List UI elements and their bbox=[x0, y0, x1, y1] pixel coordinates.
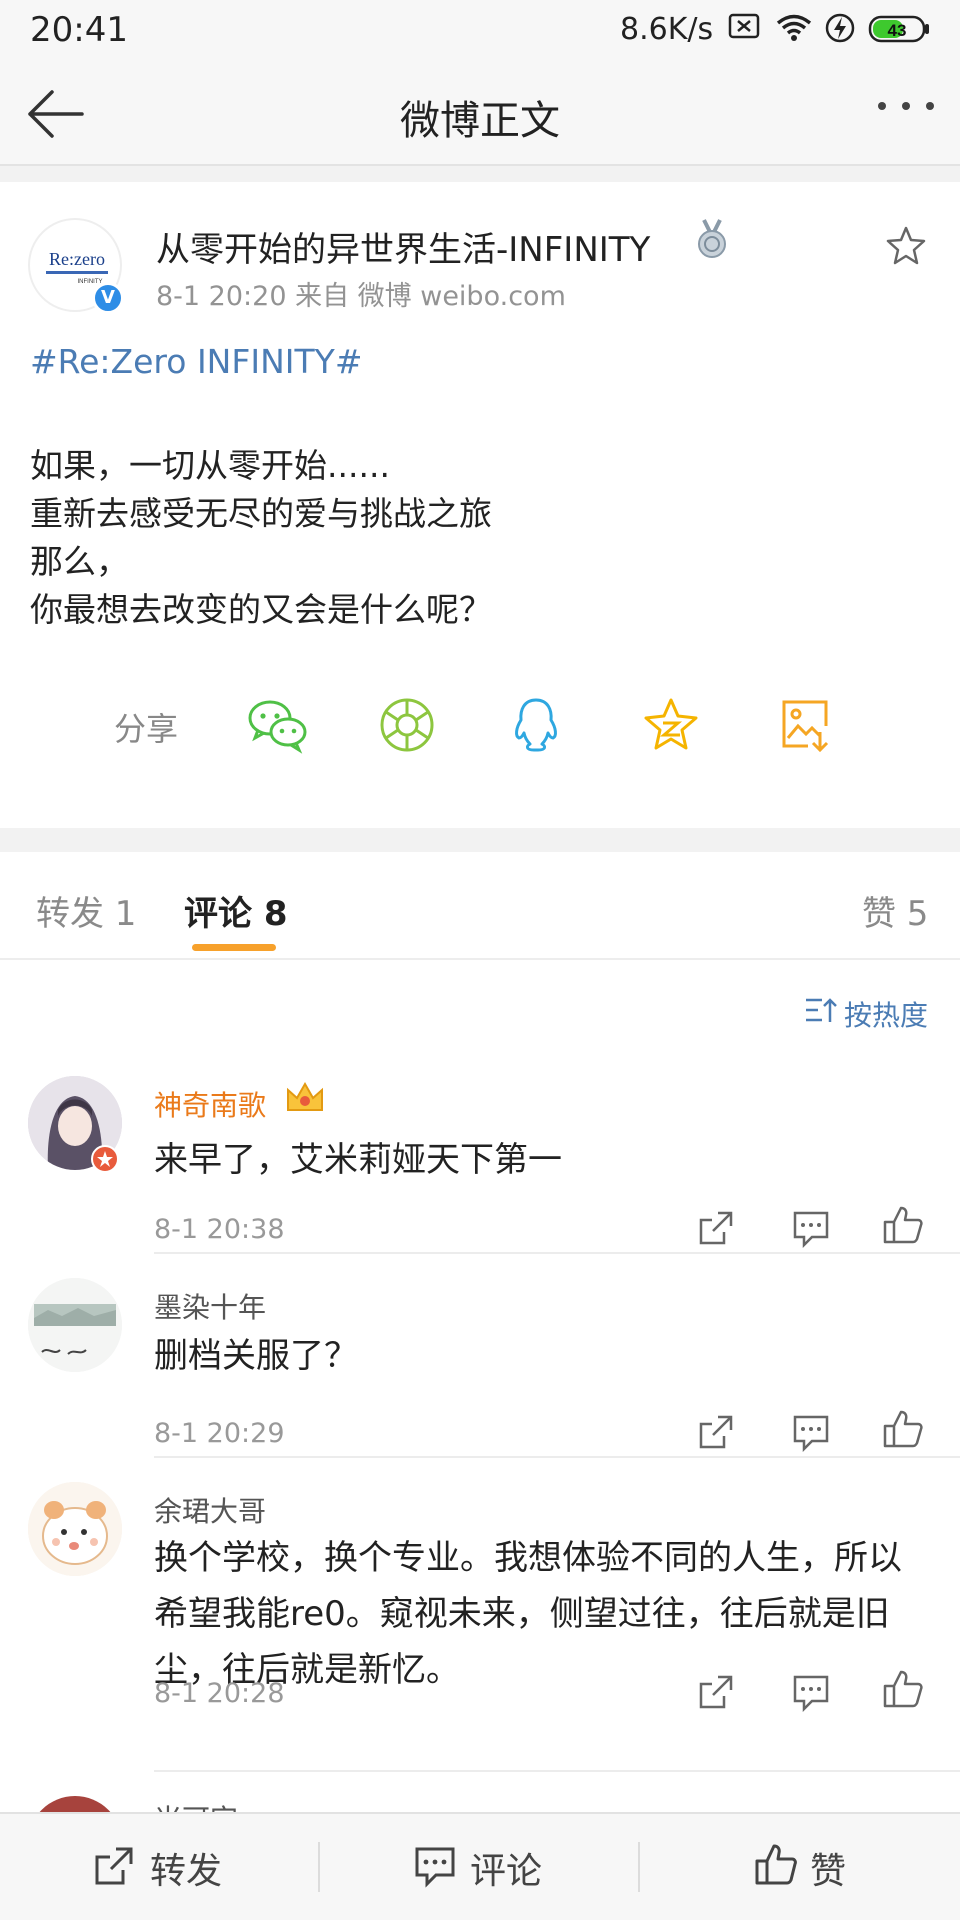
divider bbox=[154, 1456, 960, 1458]
more-options-icon[interactable] bbox=[876, 98, 936, 118]
tab-repost[interactable]: 转发 1 bbox=[36, 886, 136, 935]
divider bbox=[154, 1770, 960, 1772]
hashtag-link[interactable]: #Re:Zero INFINITY# bbox=[30, 342, 362, 381]
svg-text:43: 43 bbox=[888, 21, 907, 40]
like-comment-icon[interactable] bbox=[882, 1204, 924, 1250]
author-name[interactable]: 从零开始的异世界生活-INFINITY bbox=[156, 222, 650, 271]
qzone-share-icon[interactable] bbox=[642, 696, 700, 758]
post-meta: 8-1 20:20 来自 微博 weibo.com bbox=[156, 281, 566, 312]
logo-text: Re:zero bbox=[49, 249, 105, 269]
commenter-name[interactable]: 神奇南歌 bbox=[154, 1084, 266, 1124]
post-line: 如果，一切从零开始...... bbox=[30, 446, 390, 485]
comment-time: 8-1 20:29 bbox=[154, 1418, 285, 1449]
post-body: 如果，一切从零开始...... 重新去感受无尽的爱与挑战之旅 那么， 你最想去改… bbox=[30, 442, 492, 634]
status-time: 20:41 bbox=[30, 10, 128, 50]
post-line: 重新去感受无尽的爱与挑战之旅 bbox=[30, 494, 492, 533]
commenter-name[interactable]: 米可宫 bbox=[154, 1798, 238, 1812]
comment-time: 8-1 20:38 bbox=[154, 1214, 285, 1245]
comment-button[interactable]: 评论 bbox=[470, 1842, 542, 1894]
bottom-action-bar: 转发 评论 赞 bbox=[0, 1812, 960, 1920]
no-sim-icon bbox=[728, 12, 760, 44]
divider bbox=[154, 1252, 960, 1254]
separator bbox=[318, 1842, 320, 1892]
author-avatar[interactable]: Re:zero INFINITY V bbox=[28, 218, 124, 314]
nav-bar: 微博正文 bbox=[0, 62, 960, 166]
wechat-share-icon[interactable] bbox=[246, 696, 308, 758]
avatar[interactable] bbox=[28, 1278, 122, 1372]
post-line: 那么， bbox=[30, 542, 129, 581]
sort-by-hot[interactable]: 按热度 bbox=[844, 994, 928, 1034]
repost-comment-icon[interactable] bbox=[696, 1412, 736, 1456]
repost-icon[interactable] bbox=[92, 1844, 136, 1892]
crown-icon bbox=[284, 1078, 326, 1122]
active-tab-underline bbox=[192, 944, 276, 951]
repost-button[interactable]: 转发 bbox=[150, 1842, 222, 1894]
like-comment-icon[interactable] bbox=[882, 1668, 924, 1714]
status-bar: 20:41 8.6K/s 43 bbox=[0, 0, 960, 62]
post-line: 你最想去改变的又会是什么呢？ bbox=[30, 590, 492, 629]
comment-text: 删档关服了？ bbox=[154, 1336, 358, 1376]
separator bbox=[638, 1842, 640, 1892]
reply-comment-icon[interactable] bbox=[792, 1208, 830, 1252]
charging-icon bbox=[824, 12, 856, 48]
comment-time: 8-1 20:28 bbox=[154, 1678, 285, 1709]
reply-comment-icon[interactable] bbox=[792, 1672, 830, 1716]
qq-share-icon[interactable] bbox=[510, 696, 562, 758]
comments-list: 按热度 神奇南歌 来早了，艾米莉娅天下第一 8-1 20:38 墨染十年 删档关… bbox=[0, 960, 960, 1812]
network-speed: 8.6K/s bbox=[620, 12, 714, 47]
vip-badge-icon bbox=[90, 1144, 120, 1178]
commenter-name[interactable]: 墨染十年 bbox=[154, 1286, 266, 1326]
like-button[interactable]: 赞 bbox=[810, 1842, 846, 1894]
share-label: 分享 bbox=[114, 710, 179, 748]
avatar[interactable] bbox=[28, 1482, 122, 1576]
moments-share-icon[interactable] bbox=[378, 696, 436, 758]
like-icon[interactable] bbox=[754, 1842, 798, 1892]
sort-icon[interactable] bbox=[804, 996, 838, 1028]
reply-comment-icon[interactable] bbox=[792, 1412, 830, 1456]
battery-icon: 43 bbox=[868, 14, 932, 48]
page-title: 微博正文 bbox=[400, 98, 560, 144]
save-image-icon[interactable] bbox=[778, 696, 834, 758]
weibo-post: Re:zero INFINITY V 从零开始的异世界生活-INFINITY 8… bbox=[0, 182, 960, 828]
interaction-tabs: 转发 1 评论 8 赞 5 bbox=[0, 852, 960, 960]
like-comment-icon[interactable] bbox=[882, 1408, 924, 1454]
favorite-star-icon[interactable] bbox=[884, 224, 928, 272]
comment-icon[interactable] bbox=[414, 1844, 456, 1892]
comment-text: 来早了，艾米莉娅天下第一 bbox=[154, 1140, 562, 1180]
repost-comment-icon[interactable] bbox=[696, 1208, 736, 1252]
wifi-icon bbox=[774, 12, 814, 46]
tab-likes[interactable]: 赞 5 bbox=[862, 886, 928, 935]
commenter-name[interactable]: 余珺大哥 bbox=[154, 1490, 266, 1530]
avatar[interactable] bbox=[28, 1796, 122, 1812]
repost-comment-icon[interactable] bbox=[696, 1672, 736, 1716]
verified-badge-icon: V bbox=[92, 282, 124, 314]
tab-comments[interactable]: 评论 8 bbox=[184, 886, 288, 935]
medal-icon bbox=[694, 218, 730, 264]
